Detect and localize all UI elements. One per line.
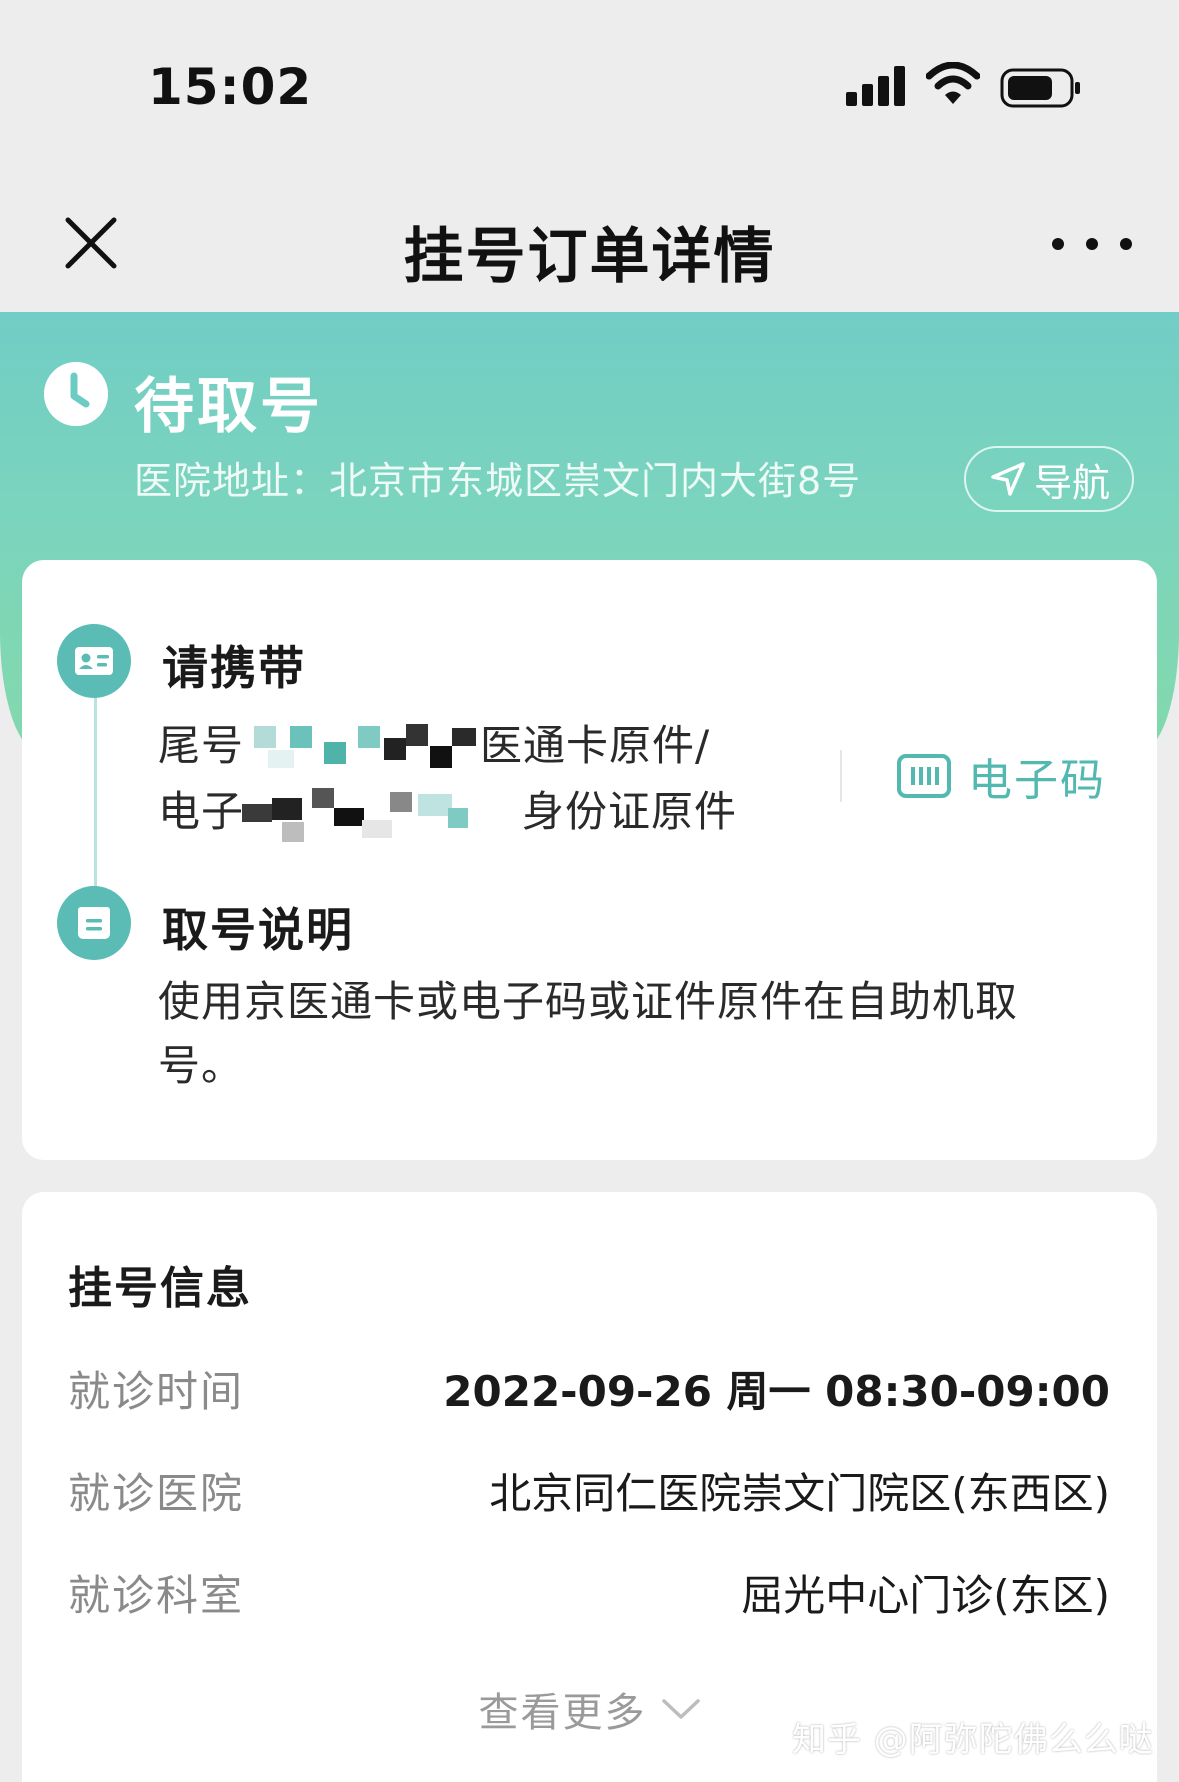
- chevron-down-icon: [661, 1699, 700, 1719]
- electronic-code-button[interactable]: 电子码: [896, 744, 1106, 808]
- cellular-signal-icon: [846, 66, 906, 106]
- battery-icon: [1000, 68, 1080, 108]
- page-title: 挂号订单详情: [403, 222, 776, 292]
- info-row-hospital: 就诊医院 北京同仁医院崇文门院区(东西区): [68, 1460, 1110, 1520]
- bring-title: 请携带: [162, 641, 306, 695]
- redacted-mosaic: [242, 784, 522, 848]
- bring-line-1-prefix: 尾号: [158, 721, 245, 770]
- notice-icon: [57, 886, 131, 960]
- info-row-visit-time: 就诊时间 2022-09-26 周一 08:30-09:00: [68, 1358, 1110, 1418]
- see-more-label: 查看更多: [478, 1690, 647, 1736]
- explain-text: 使用京医通卡或电子码或证件原件在自助机取号。: [158, 977, 1019, 1090]
- info-value: 北京同仁医院崇文门院区(东西区): [489, 1468, 1110, 1518]
- navigation-arrow-icon: [991, 462, 1025, 496]
- more-dot-icon: [1120, 238, 1132, 250]
- redacted-mosaic: [254, 720, 490, 772]
- electronic-code-label: 电子码: [968, 755, 1106, 806]
- bring-line-1-suffix: 医通卡原件/: [480, 721, 711, 770]
- more-dot-icon: [1052, 238, 1064, 250]
- pickup-instructions-card: 请携带 尾号 医通卡原件/ 电子 身份证原件 电子码 取号说明 使用京医通卡或电…: [22, 560, 1157, 1160]
- registration-info-card: 挂号信息 就诊时间 2022-09-26 周一 08:30-09:00 就诊医院…: [22, 1192, 1157, 1782]
- status-bar: 15:02: [0, 0, 1179, 170]
- nav-bar: 挂号订单详情: [0, 170, 1179, 312]
- hospital-address: 医院地址：北京市东城区崇文门内大街8号: [134, 459, 862, 503]
- info-row-department: 就诊科室 屈光中心门诊(东区): [68, 1562, 1110, 1622]
- navigation-button[interactable]: 导航: [964, 446, 1134, 512]
- divider: [840, 750, 842, 802]
- more-dot-icon: [1086, 238, 1098, 250]
- clock-icon: [44, 362, 108, 426]
- more-menu-button[interactable]: [1052, 226, 1132, 262]
- info-value: 2022-09-26 周一 08:30-09:00: [443, 1366, 1110, 1416]
- bring-line-2-prefix: 电子: [158, 787, 245, 836]
- bring-line-2-suffix: 身份证原件: [522, 787, 738, 836]
- info-label: 就诊科室: [68, 1570, 245, 1620]
- info-title: 挂号信息: [68, 1263, 252, 1314]
- wifi-icon: [926, 62, 980, 104]
- order-status: 待取号: [134, 372, 323, 442]
- info-label: 就诊医院: [68, 1468, 245, 1518]
- status-time: 15:02: [148, 58, 313, 116]
- info-value: 屈光中心门诊(东区): [741, 1570, 1110, 1620]
- info-label: 就诊时间: [68, 1366, 245, 1416]
- barcode-icon: [897, 754, 951, 798]
- watermark: 知乎 @阿弥陀佛么么哒: [792, 1720, 1154, 1760]
- navigation-label: 导航: [1033, 460, 1110, 505]
- id-card-icon: [57, 624, 131, 698]
- explain-title: 取号说明: [162, 903, 354, 957]
